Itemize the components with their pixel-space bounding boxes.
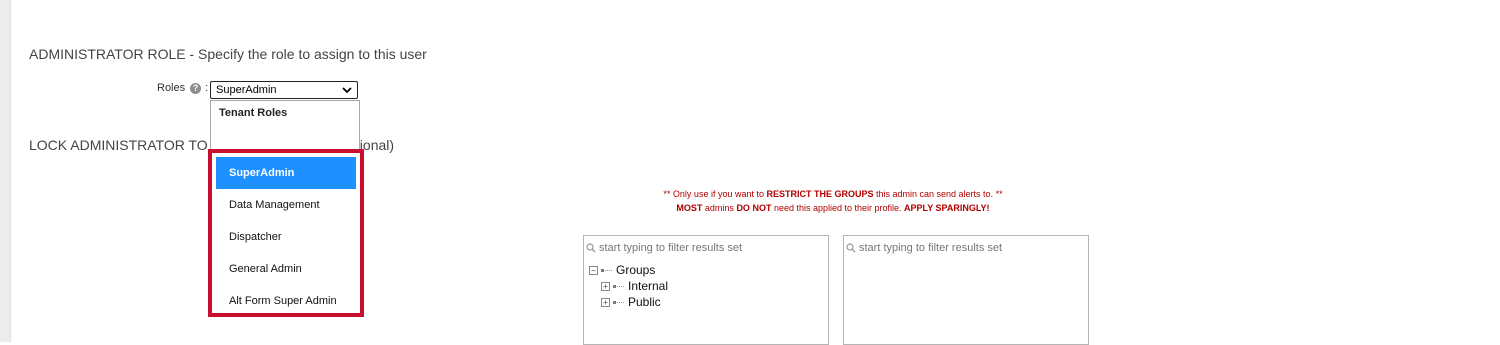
roles-label-colon: : bbox=[205, 82, 209, 94]
filter-placeholder-left: start typing to filter results set bbox=[599, 242, 743, 254]
warning-line-1: ** Only use if you want to RESTRICT THE … bbox=[560, 189, 1106, 199]
warning-text: ** Only use if you want to bbox=[663, 189, 767, 199]
tree-node-label: Internal bbox=[628, 279, 669, 293]
highlight-box: SuperAdmin Data Management Dispatcher Ge… bbox=[208, 149, 364, 317]
warning-line-2: MOST admins DO NOT need this applied to … bbox=[560, 203, 1106, 213]
roles-select[interactable]: SuperAdmin bbox=[210, 81, 358, 99]
chevron-down-icon bbox=[342, 87, 352, 94]
expand-icon[interactable]: + bbox=[601, 297, 610, 307]
dropdown-group-header: Tenant Roles bbox=[219, 107, 288, 119]
filter-input-right[interactable]: start typing to filter results set bbox=[846, 242, 1002, 254]
role-option-alt-form-super-admin[interactable]: Alt Form Super Admin bbox=[216, 285, 356, 317]
warning-emphasis: APPLY SPARINGLY! bbox=[904, 203, 990, 213]
tree-node-groups[interactable]: − Groups bbox=[589, 263, 655, 277]
search-icon bbox=[846, 243, 856, 253]
warning-text: this admin can send alerts to. ** bbox=[873, 189, 1003, 199]
warning-text: need this applied to their profile. bbox=[771, 203, 905, 213]
tree-node-internal[interactable]: + Internal bbox=[601, 279, 668, 293]
filter-input-left[interactable]: start typing to filter results set bbox=[586, 242, 742, 254]
tree-node-public[interactable]: + Public bbox=[601, 295, 661, 309]
administrator-role-title: ADMINISTRATOR ROLE - Specify the role to… bbox=[29, 46, 427, 62]
roles-label: Roles ? : bbox=[157, 82, 208, 94]
left-rail bbox=[0, 0, 11, 342]
roles-select-value: SuperAdmin bbox=[216, 84, 277, 96]
tree-node-label: Public bbox=[628, 295, 661, 309]
collapse-icon[interactable]: − bbox=[589, 265, 598, 275]
warning-emphasis: DO NOT bbox=[736, 203, 772, 213]
role-option-dispatcher[interactable]: Dispatcher bbox=[216, 221, 356, 253]
search-icon bbox=[586, 243, 596, 253]
available-groups-panel: start typing to filter results set − Gro… bbox=[583, 235, 829, 345]
lock-title-start: LOCK ADMINISTRATOR TO bbox=[29, 137, 208, 153]
warning-emphasis: MOST bbox=[676, 203, 703, 213]
selected-groups-panel: start typing to filter results set bbox=[843, 235, 1089, 345]
warning-emphasis: RESTRICT THE GROUPS bbox=[766, 189, 874, 199]
expand-icon[interactable]: + bbox=[601, 281, 610, 291]
warning-text: admins bbox=[702, 203, 737, 213]
tree-connector-icon bbox=[601, 268, 612, 272]
filter-placeholder-right: start typing to filter results set bbox=[859, 242, 1003, 254]
roles-label-text: Roles bbox=[157, 82, 186, 94]
role-option-superadmin[interactable]: SuperAdmin bbox=[216, 157, 356, 189]
tree-connector-icon bbox=[613, 300, 624, 304]
role-option-general-admin[interactable]: General Admin bbox=[216, 253, 356, 285]
role-option-data-management[interactable]: Data Management bbox=[216, 189, 356, 221]
tree-node-label: Groups bbox=[616, 263, 656, 277]
tree-connector-icon bbox=[613, 284, 624, 288]
help-icon[interactable]: ? bbox=[190, 82, 202, 94]
